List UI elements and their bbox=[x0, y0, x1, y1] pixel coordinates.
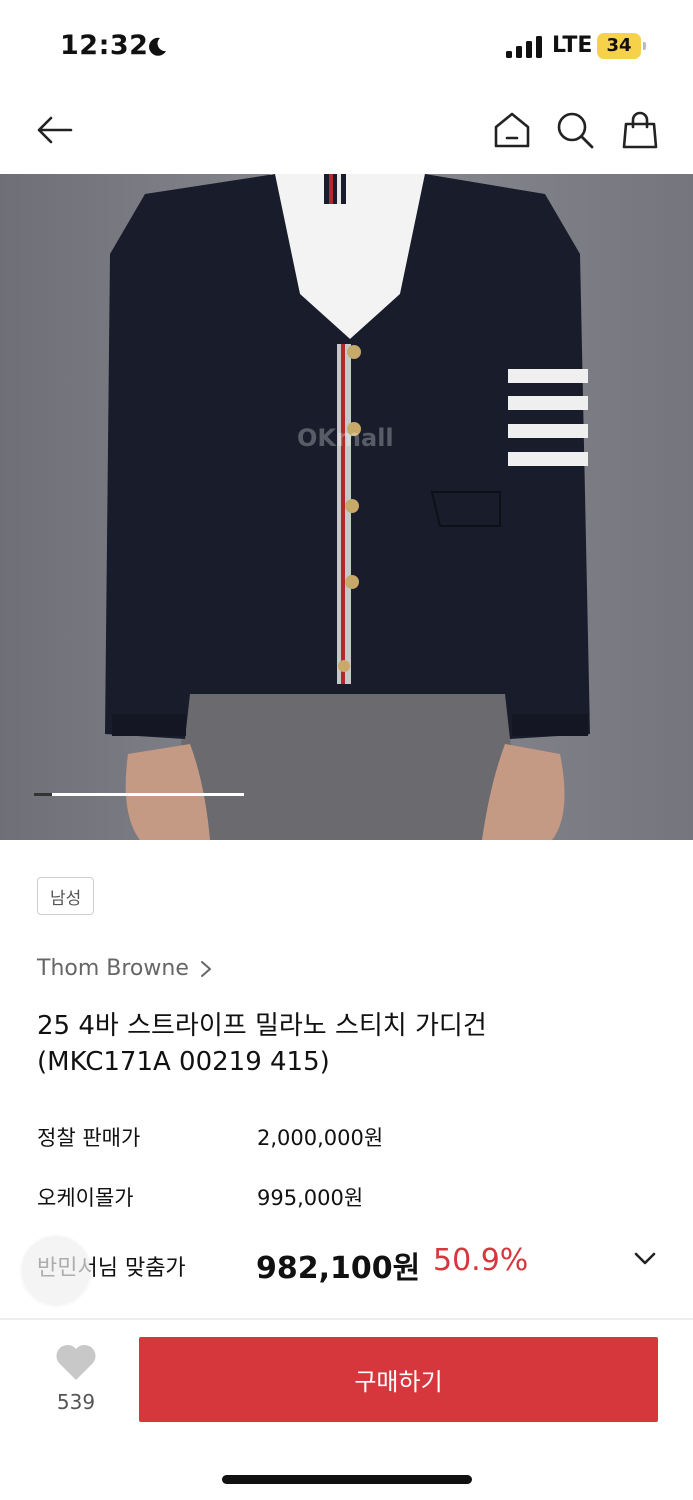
moon-icon bbox=[149, 37, 166, 56]
like-button[interactable]: 539 bbox=[36, 1338, 116, 1420]
okmall-price-value: 995,000원 bbox=[257, 1186, 364, 1210]
home-indicator bbox=[222, 1475, 472, 1484]
chevron-right-icon bbox=[200, 960, 211, 977]
battery-level: 34 bbox=[606, 35, 632, 56]
product-title: 25 4바 스트라이프 밀라노 스티치 가디건 (MKC171A 00219 4… bbox=[37, 1008, 657, 1080]
signal-icon bbox=[506, 36, 542, 58]
member-price-value: 982,100원 bbox=[256, 1251, 421, 1286]
shopping-bag-icon[interactable] bbox=[618, 108, 662, 152]
home-icon[interactable] bbox=[490, 108, 534, 152]
search-icon[interactable] bbox=[553, 108, 597, 152]
watermark-text: OKmall bbox=[297, 424, 394, 452]
retail-price-label: 정찰 판매가 bbox=[37, 1126, 141, 1150]
network-type: LTE bbox=[552, 33, 593, 58]
chevron-down-icon[interactable] bbox=[632, 1248, 658, 1268]
back-arrow-icon[interactable] bbox=[32, 108, 76, 152]
retail-price-value: 2,000,000원 bbox=[257, 1126, 384, 1150]
floating-circle-button[interactable] bbox=[22, 1236, 90, 1304]
product-image[interactable]: OKmall bbox=[0, 174, 693, 840]
product-photo: OKmall bbox=[0, 174, 693, 840]
product-title-line1: 25 4바 스트라이프 밀라노 스티치 가디건 bbox=[37, 1011, 487, 1041]
carousel-indicator bbox=[34, 793, 52, 796]
top-nav bbox=[0, 92, 693, 174]
carousel-track bbox=[34, 793, 244, 796]
buy-button[interactable]: 구매하기 bbox=[139, 1337, 658, 1422]
product-title-line2: (MKC171A 00219 415) bbox=[37, 1047, 330, 1077]
like-count: 539 bbox=[56, 1390, 96, 1414]
battery-icon: 34 bbox=[597, 33, 647, 59]
brand-link[interactable]: Thom Browne bbox=[37, 956, 213, 981]
status-bar: 12:32 LTE 34 bbox=[0, 0, 693, 92]
okmall-price-label: 오케이몰가 bbox=[37, 1186, 134, 1210]
heart-icon bbox=[56, 1344, 96, 1380]
brand-name: Thom Browne bbox=[37, 956, 189, 981]
gender-badge: 남성 bbox=[37, 877, 95, 915]
discount-rate: 50.9% bbox=[433, 1243, 529, 1278]
bottom-divider bbox=[0, 1318, 693, 1320]
status-time: 12:32 bbox=[60, 30, 149, 61]
